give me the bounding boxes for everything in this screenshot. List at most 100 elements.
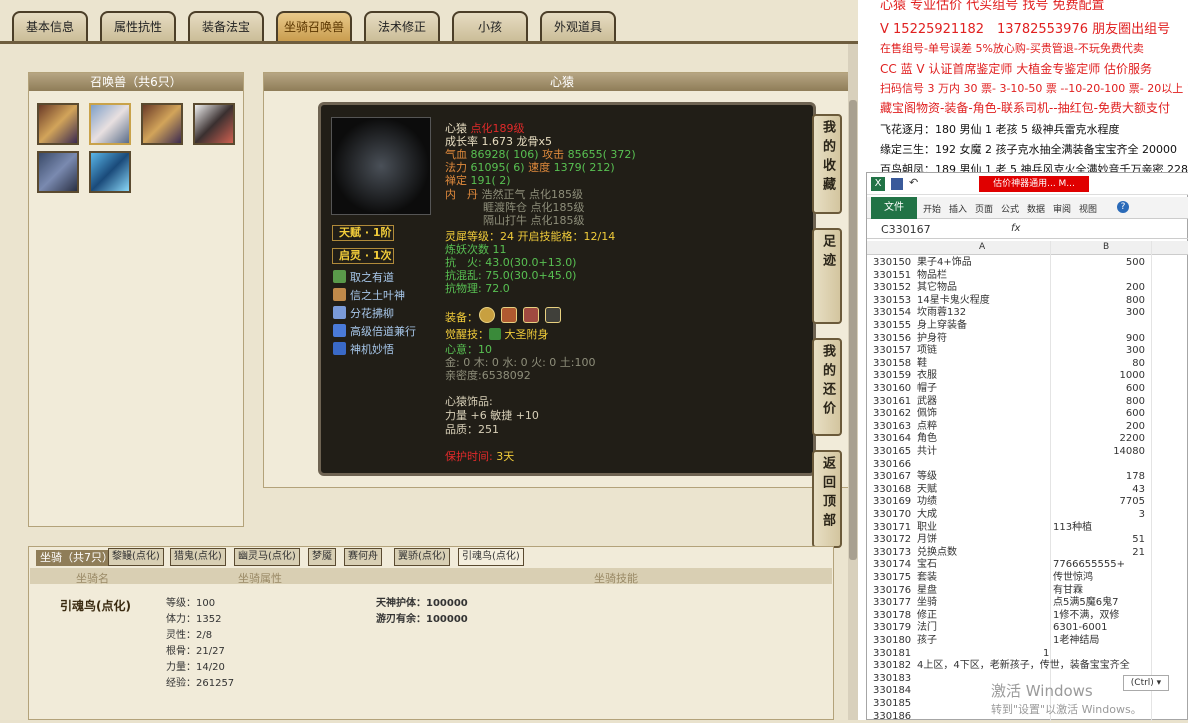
cell-a[interactable]: 帽子 [917,383,937,396]
cell-b[interactable]: 1老神结局 [1053,635,1099,648]
pet-skill-2[interactable]: 信之土叶神 [333,287,405,305]
mount-tab-3[interactable]: 幽灵马(点化) [234,548,300,566]
row-number[interactable]: 330158 [873,358,911,371]
equip-slot-1-icon[interactable] [479,307,495,323]
cell-a[interactable]: 大成 [917,509,937,522]
equip-slot-4-icon[interactable] [545,307,561,323]
cell-b[interactable]: 7766655555+ [1053,559,1125,572]
cell-b[interactable]: 200 [1126,282,1145,295]
tab-basic-info[interactable]: 基本信息 [12,11,88,41]
cell-b[interactable]: 51 [1132,534,1145,547]
row-number[interactable]: 330183 [873,673,911,686]
row-number[interactable]: 330167 [873,471,911,484]
mount-tab-6[interactable]: 翼骄(点化) [394,548,450,566]
mount-tab-4[interactable]: 梦魇 [308,548,336,566]
ribbon-tab-data[interactable]: 数据 [1027,202,1045,215]
pet-avatar-2-selected[interactable] [89,103,131,145]
row-number[interactable]: 330168 [873,484,911,497]
pet-avatar-4[interactable] [193,103,235,145]
ribbon-tab-home[interactable]: 开始 [923,202,941,215]
ribbon-file-tab[interactable]: 文件 [871,197,917,219]
cell-a[interactable]: 14星卡鬼火程度 [917,295,990,308]
qiling-badge[interactable]: 启灵 · 1次 [332,248,394,264]
side-button-favorites[interactable]: 我的收藏 [812,114,842,214]
cell-a[interactable]: 果子4+饰品 [917,257,972,270]
pet-avatar-5[interactable] [37,151,79,193]
row-number[interactable]: 330157 [873,345,911,358]
cell-b[interactable]: 有甘霖 [1053,585,1083,598]
row-number[interactable]: 330173 [873,547,911,560]
tab-attributes[interactable]: 属性抗性 [100,11,176,41]
row-number[interactable]: 330164 [873,433,911,446]
cell-a[interactable]: 宝石 [917,559,937,572]
cell-a[interactable]: 兑换点数 [917,547,957,560]
cell-a[interactable]: 修正 [917,610,937,623]
equip-slot-2-icon[interactable] [501,307,517,323]
cell-a[interactable]: 孩子 [917,635,937,648]
pet-avatar-6[interactable] [89,151,131,193]
cell-b[interactable]: 200 [1126,421,1145,434]
row-number[interactable]: 330169 [873,496,911,509]
name-box[interactable]: C330167 [881,223,931,236]
row-number[interactable]: 330182 [873,660,911,673]
row-number[interactable]: 330185 [873,698,911,711]
cell-b[interactable]: 80 [1132,358,1145,371]
ribbon-tab-review[interactable]: 审阅 [1053,202,1071,215]
row-number[interactable]: 330179 [873,622,911,635]
pet-skill-5[interactable]: 神机妙悟 [333,341,394,359]
cell-a[interactable]: 护身符 [917,333,947,346]
pet-skill-1[interactable]: 取之有道 [333,269,394,287]
row-number[interactable]: 330156 [873,333,911,346]
cell-a[interactable]: 星盘 [917,585,937,598]
row-number[interactable]: 330161 [873,396,911,409]
row-number[interactable]: 330171 [873,522,911,535]
cell-b[interactable]: 1000 [1120,370,1145,383]
tab-children[interactable]: 小孩 [452,11,528,41]
cell-a[interactable]: 功绩 [917,496,937,509]
pet-skill-4[interactable]: 高级倍道兼行 [333,323,416,341]
row-number[interactable]: 330177 [873,597,911,610]
cell-b[interactable]: 43 [1132,484,1145,497]
cell-a[interactable]: 职业 [917,522,937,535]
cell-b[interactable]: 21 [1132,547,1145,560]
mount-tab-7[interactable]: 引魂鸟(点化) [458,548,524,566]
cell-b[interactable]: 1 [1043,648,1049,661]
equip-slot-3-icon[interactable] [523,307,539,323]
row-number[interactable]: 330159 [873,370,911,383]
row-number[interactable]: 330178 [873,610,911,623]
row-number[interactable]: 330176 [873,585,911,598]
undo-icon[interactable]: ↶ [909,176,918,189]
cell-b[interactable]: 500 [1126,257,1145,270]
paste-options-button[interactable]: (Ctrl) ▾ [1123,675,1169,691]
row-number[interactable]: 330151 [873,270,911,283]
cell-b[interactable]: 2200 [1120,433,1145,446]
row-number[interactable]: 330165 [873,446,911,459]
cell-b[interactable]: 300 [1126,307,1145,320]
mount-tab-5[interactable]: 赛何舟 [344,548,382,566]
ribbon-tab-formulas[interactable]: 公式 [1001,202,1019,215]
mount-tab-1[interactable]: 黎鳗(点化) [108,548,164,566]
row-number[interactable]: 330150 [873,257,911,270]
ribbon-tab-insert[interactable]: 插入 [949,202,967,215]
row-number[interactable]: 330153 [873,295,911,308]
cell-b[interactable]: 传世惊鸿 [1053,572,1093,585]
cell-b[interactable]: 600 [1126,408,1145,421]
cell-b[interactable]: 6301-6001 [1053,622,1108,635]
cell-a[interactable]: 项链 [917,345,937,358]
cell-a[interactable]: 月饼 [917,534,937,547]
cell-a[interactable]: 坎雨蓉132 [917,307,966,320]
sheet-grid[interactable]: 330150 果子4+饰品 500 330151 物品栏 330152 其它物品 200 330… [867,257,1188,723]
cell-a[interactable]: 天赋 [917,484,937,497]
save-icon[interactable] [891,178,903,190]
pet-avatar-1[interactable] [37,103,79,145]
row-number[interactable]: 330166 [873,459,911,472]
cell-a[interactable]: 4上区，4下区，老新孩子，传世，装备宝宝齐全 [917,660,1130,673]
row-number[interactable]: 330152 [873,282,911,295]
cell-b[interactable]: 3 [1139,509,1145,522]
row-number[interactable]: 330186 [873,711,911,723]
cell-b[interactable]: 点5满5魔6鬼7 [1053,597,1118,610]
tab-mounts-pets[interactable]: 坐骑召唤兽 [276,11,352,41]
cell-a[interactable]: 衣服 [917,370,937,383]
cell-a[interactable]: 鞋 [917,358,927,371]
row-number[interactable]: 330184 [873,685,911,698]
